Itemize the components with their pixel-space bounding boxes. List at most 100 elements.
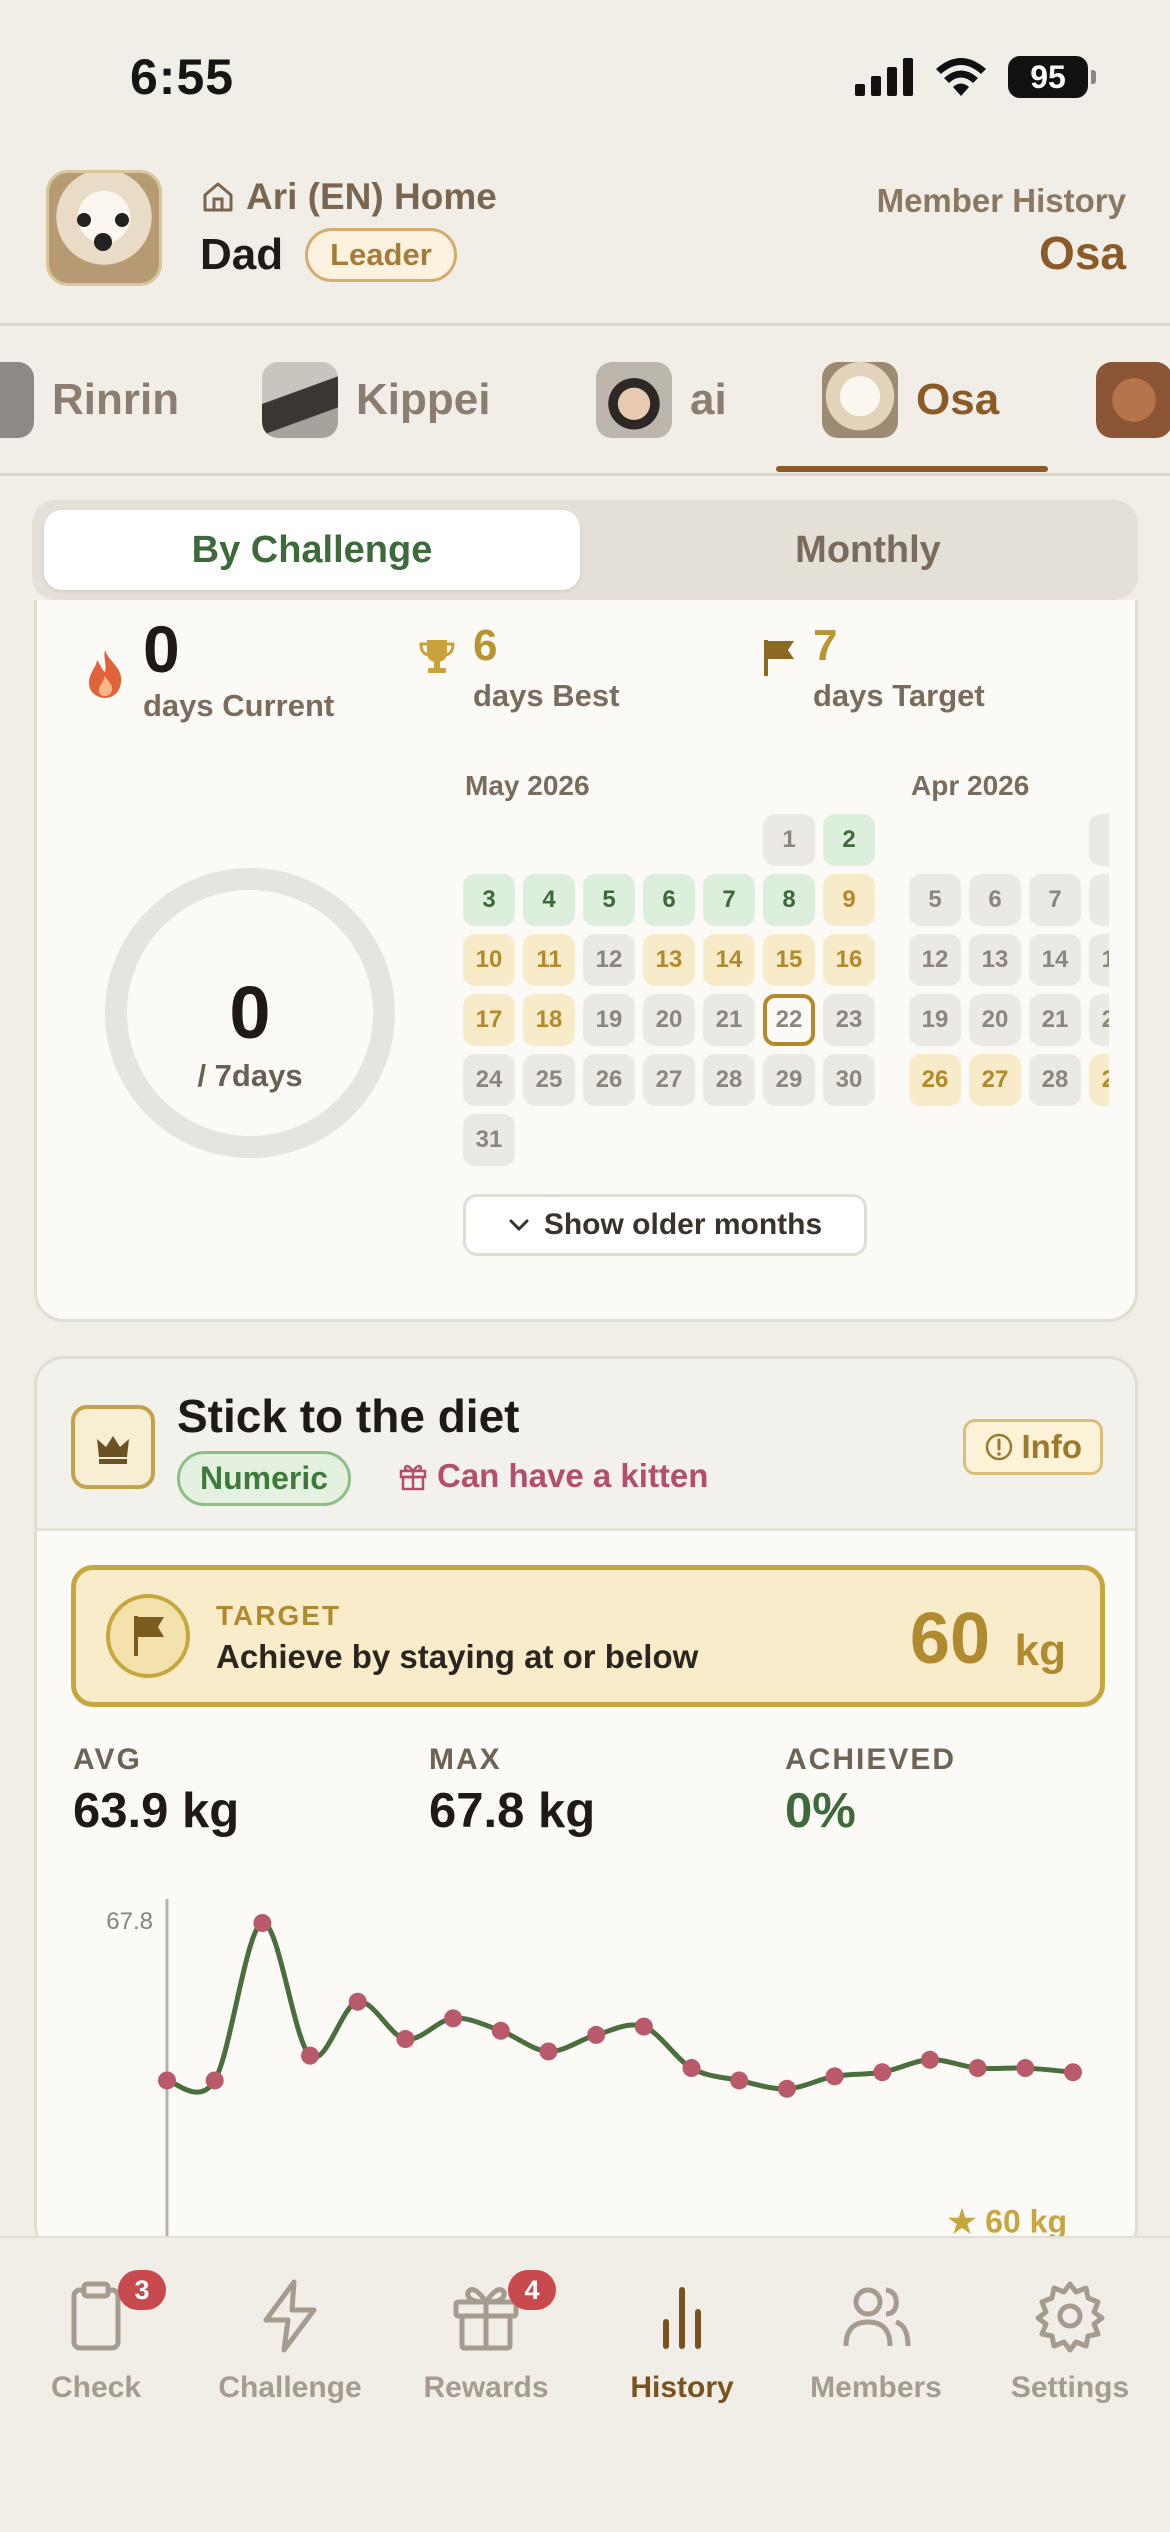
tab-label: Members	[810, 2371, 942, 2404]
calendar-day: 28	[1029, 1054, 1081, 1106]
battery-indicator: 95	[1008, 56, 1088, 98]
chart-data-point	[158, 2071, 176, 2090]
tab-members[interactable]: Members	[786, 2276, 966, 2405]
notification-badge: 3	[118, 2270, 166, 2310]
app-header: Ari (EN) Home Dad Leader Member History …	[0, 150, 1170, 326]
tab-check[interactable]: Check 3	[6, 2270, 186, 2405]
flag-icon	[134, 1616, 164, 1656]
active-tab-indicator	[776, 466, 1048, 472]
member-avatar	[822, 362, 898, 438]
bar-chart-icon	[663, 2287, 701, 2349]
home-icon	[203, 182, 233, 212]
status-bar: 6:55 95	[0, 0, 1170, 150]
member-tab-ai[interactable]: ai	[596, 362, 727, 438]
kpi-achieved: ACHIEVED 0%	[785, 1743, 956, 1839]
chart-svg: 67.8 ★ 60 kg	[106, 1899, 1082, 2253]
streak-card: 0 days Current 6 days Best 7 days Target…	[34, 600, 1138, 1322]
show-older-months-button[interactable]: Show older months	[463, 1194, 867, 1256]
calendar-day: 8	[1089, 874, 1109, 926]
chart-data-point	[301, 2046, 320, 2065]
calendar-day: 21	[1029, 994, 1081, 1046]
challenge-type-badge: Numeric	[177, 1451, 352, 1506]
segment-monthly[interactable]: Monthly	[600, 510, 1136, 590]
tab-settings[interactable]: Settings	[980, 2276, 1160, 2405]
calendar-day: 6	[969, 874, 1021, 926]
target-label: TARGET	[216, 1600, 342, 1631]
kpi-achieved-label: ACHIEVED	[785, 1743, 957, 1776]
chart-data-point	[920, 2050, 939, 2069]
chart-data-point	[491, 2021, 510, 2040]
target-unit: kg	[1014, 1626, 1066, 1675]
member-tab-label: ai	[690, 375, 727, 424]
calendar-day: 20	[969, 994, 1021, 1046]
weight-line-chart: 67.8 ★ 60 kg	[37, 1879, 1135, 2253]
challenge-reward-label: Can have a kitten	[437, 1457, 709, 1494]
info-label: Info	[1021, 1428, 1082, 1465]
tab-rewards[interactable]: Rewards 4	[396, 2270, 576, 2405]
tab-history[interactable]: History	[592, 2276, 772, 2405]
member-tab-label: Rinrin	[52, 375, 180, 424]
calendar-day: 5	[909, 874, 961, 926]
chart-data-point	[777, 2079, 796, 2098]
chart-data-point	[205, 2071, 224, 2090]
status-time: 6:55	[130, 49, 235, 105]
wifi-icon	[936, 58, 986, 96]
cellular-signal-icon	[855, 58, 913, 96]
role-row: Dad Leader	[200, 228, 457, 282]
member-tab-rinrin[interactable]: Rinrin	[0, 362, 179, 438]
segment-by-challenge[interactable]: By Challenge	[44, 510, 580, 590]
target-banner: TARGET Achieve by staying at or below 60…	[71, 1565, 1105, 1707]
home-name: Ari (EN) Home	[246, 176, 497, 217]
member-avatar	[262, 362, 338, 438]
kpi-avg-value: 63.9 kg	[73, 1784, 240, 1838]
member-tab-osa[interactable]: Osa	[822, 362, 999, 438]
chart-data-point	[825, 2067, 844, 2086]
chart-y-tick-label: 67.8	[106, 1908, 153, 1935]
member-tab-next[interactable]	[1096, 362, 1170, 438]
calendar-day: 19	[909, 994, 961, 1046]
member-tab-label: Osa	[916, 375, 1000, 424]
calendar-day: 29	[1089, 1054, 1109, 1106]
tab-label: Settings	[1010, 2371, 1130, 2404]
chart-data-point	[1016, 2059, 1035, 2078]
calendar-day: 22	[1089, 994, 1109, 1046]
calendar-day: 7	[1029, 874, 1081, 926]
calendar-day: 12	[909, 934, 961, 986]
chart-data-point	[1064, 2063, 1082, 2082]
member-tab-kippei[interactable]: Kippei	[262, 362, 490, 438]
view-mode-segmented-control: By Challenge Monthly	[32, 500, 1138, 600]
challenge-header: Stick to the diet Numeric Can have a kit…	[37, 1359, 1135, 1531]
target-value: 60	[909, 1599, 990, 1679]
crown-icon	[97, 1436, 129, 1464]
chart-data-point	[682, 2059, 701, 2078]
chart-data-point	[587, 2025, 606, 2044]
lightning-icon	[263, 2279, 317, 2353]
tab-label: Rewards	[423, 2371, 549, 2404]
battery-tip	[1091, 70, 1096, 84]
member-history-name: Osa	[1039, 227, 1126, 279]
member-avatar	[596, 362, 672, 438]
kpi-avg-label: AVG	[73, 1743, 142, 1776]
chart-target-label: ★ 60 kg	[948, 2203, 1067, 2239]
chart-data-point	[873, 2063, 892, 2082]
home-row[interactable]: Ari (EN) Home	[200, 176, 497, 218]
chart-series-line	[166, 1920, 1074, 2095]
calendar-day	[1089, 814, 1109, 866]
target-flag-badge	[106, 1594, 190, 1678]
calendar-day: 15	[1089, 934, 1109, 986]
chart-data-point	[348, 1992, 367, 2011]
user-avatar[interactable]	[46, 170, 162, 286]
challenge-reward: Can have a kitten	[397, 1457, 708, 1495]
member-tabs: Rinrin Kippei ai Osa	[0, 328, 1170, 476]
info-button[interactable]: Info	[962, 1419, 1103, 1475]
tab-challenge[interactable]: Challenge	[200, 2276, 380, 2405]
kpi-max: MAX 67.8 kg	[429, 1743, 595, 1839]
calendar-day: 14	[1029, 934, 1081, 986]
gear-icon	[1035, 2281, 1105, 2353]
member-avatar	[1096, 362, 1170, 438]
chart-data-point	[539, 2042, 558, 2061]
tab-label: Challenge	[218, 2371, 362, 2404]
chart-data-point	[253, 1914, 272, 1932]
member-tab-label: Kippei	[356, 375, 491, 424]
leader-badge: Leader	[305, 228, 457, 282]
